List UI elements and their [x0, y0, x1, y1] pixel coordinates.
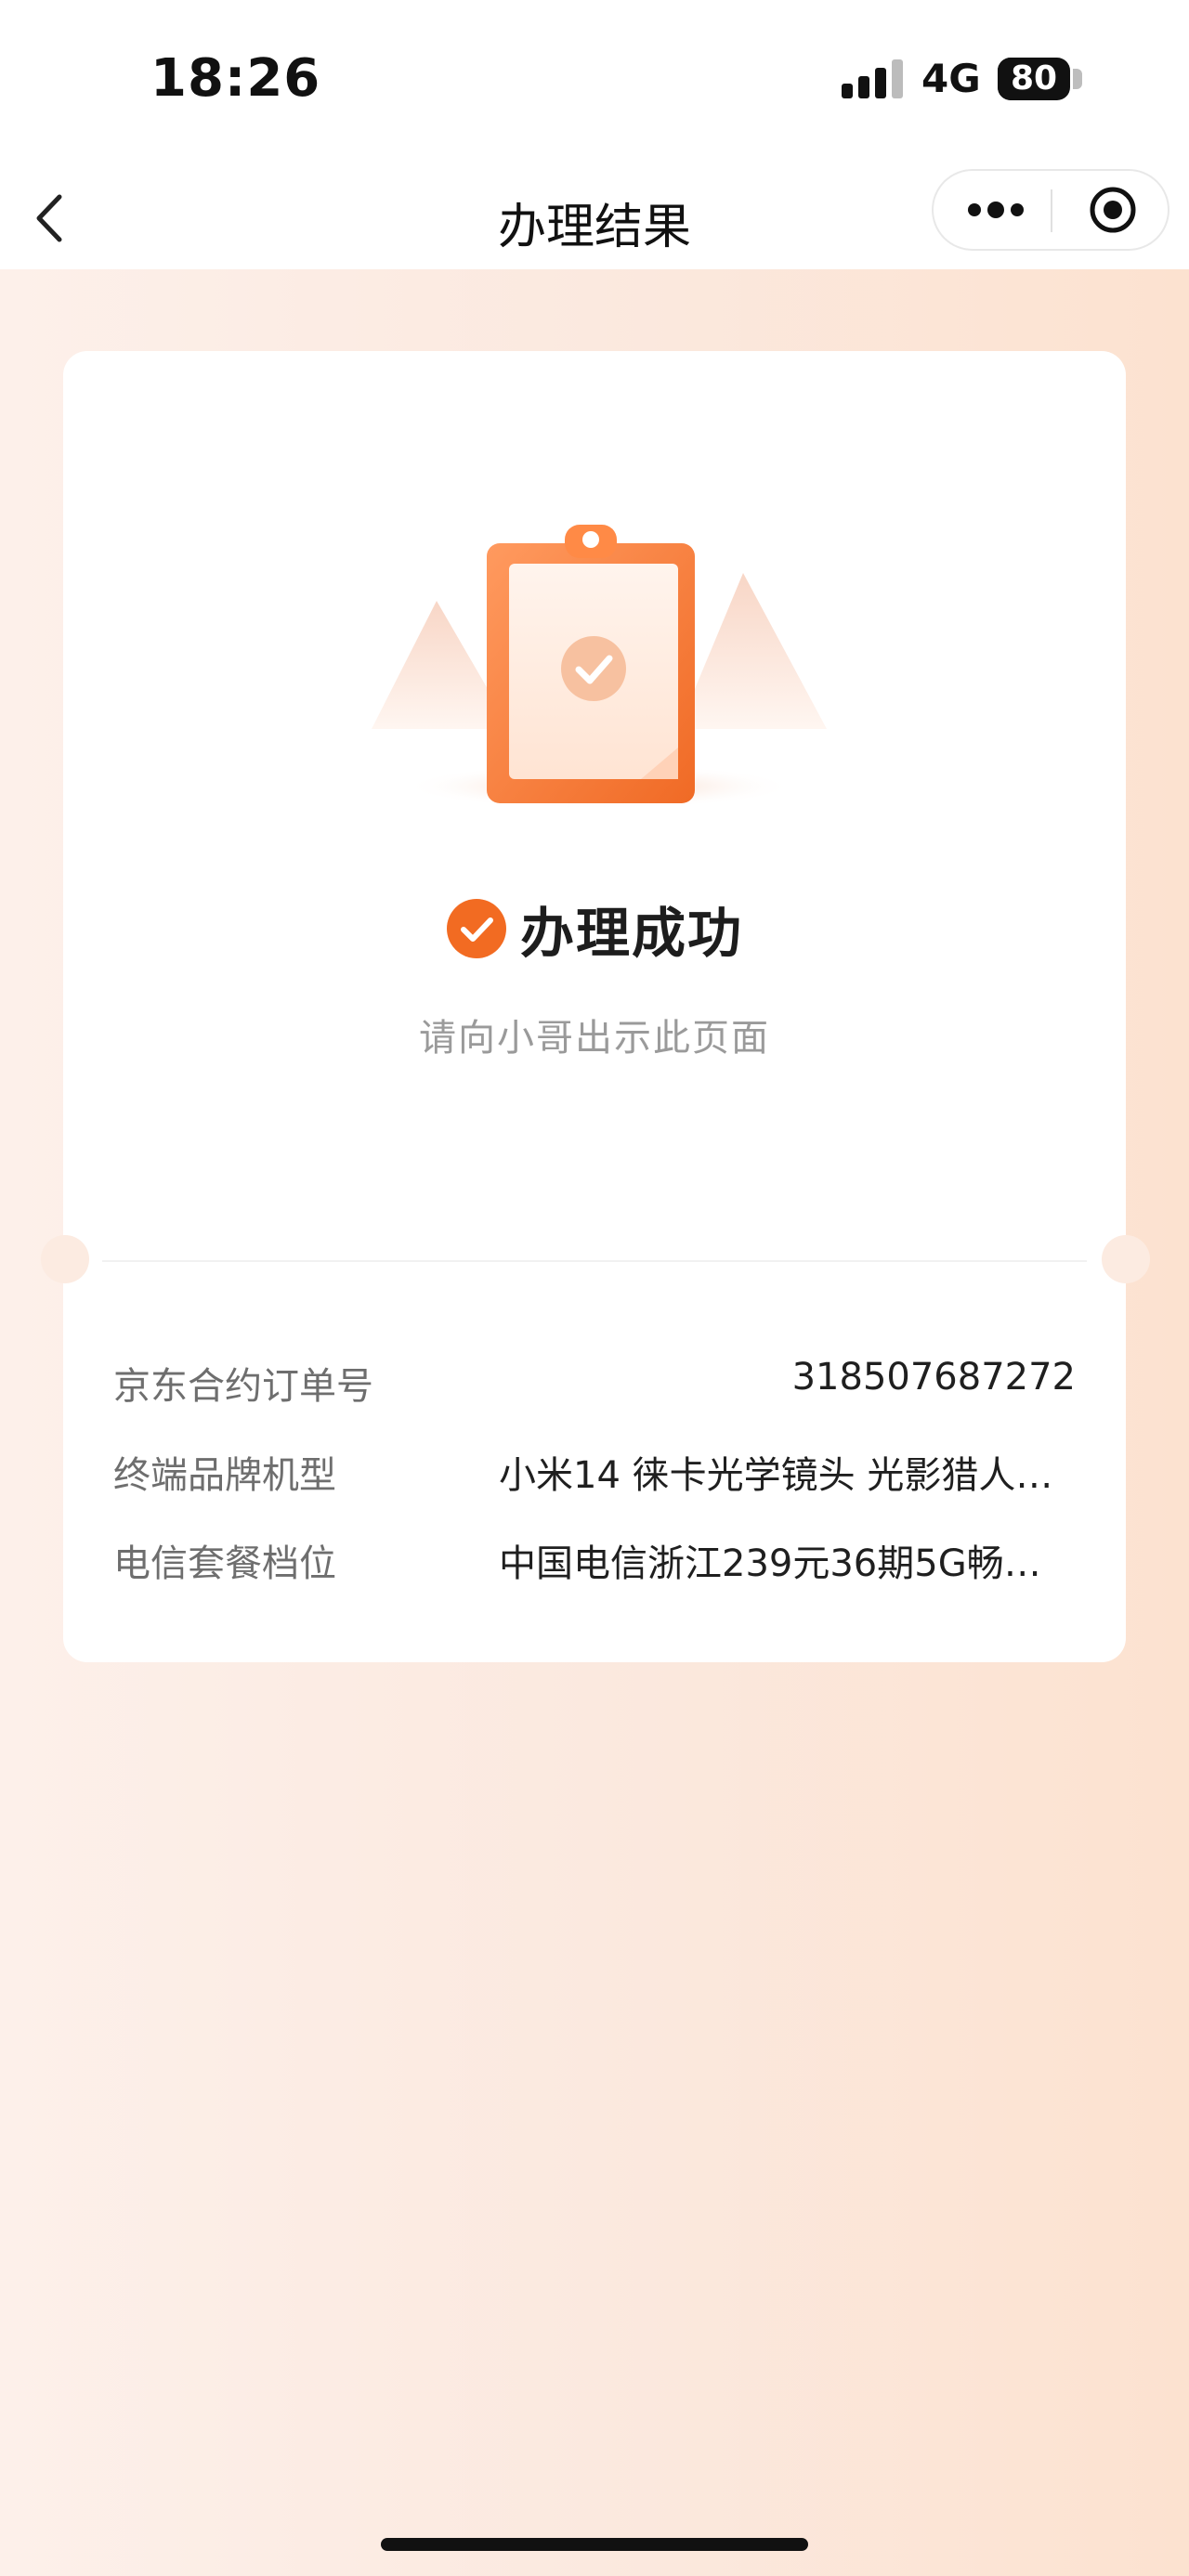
more-icon [968, 202, 1024, 218]
signal-icon [842, 58, 905, 98]
battery-tail [1073, 69, 1082, 89]
card-notch-right [1102, 1235, 1150, 1283]
card-notch-left [41, 1235, 89, 1283]
divider [102, 1260, 1087, 1262]
status-time: 18:26 [150, 48, 321, 109]
detail-row-device-model: 终端品牌机型 小米14 徕卡光学镜头 光影猎人… [113, 1445, 1076, 1501]
card-notch-strip [63, 1235, 1126, 1263]
battery-percent: 80 [1010, 59, 1058, 98]
clipboard-illustration [362, 515, 836, 813]
mini-program-capsule [932, 169, 1169, 251]
hint-text: 请向小哥出示此页面 [419, 1017, 770, 1060]
success-text: 办理成功 [519, 902, 743, 965]
clipboard-check-icon [372, 525, 827, 809]
success-status: 办理成功 [0, 891, 1189, 966]
top-bar: 18:26 4G 80 办理结果 [0, 0, 1189, 269]
network-type: 4G [921, 56, 981, 101]
battery-icon: 80 [998, 58, 1070, 100]
detail-label: 终端品牌机型 [113, 1454, 336, 1497]
close-target-icon [1090, 187, 1136, 233]
detail-label: 电信套餐档位 [113, 1542, 336, 1585]
page: 18:26 4G 80 办理结果 办理成功 请向小哥出示此页面 京东合约订单号 … [0, 0, 1189, 2576]
close-button[interactable] [1071, 184, 1155, 236]
capsule-divider [1051, 189, 1052, 232]
detail-label: 京东合约订单号 [113, 1365, 373, 1408]
home-indicator[interactable] [381, 2538, 808, 2551]
detail-row-order-number: 京东合约订单号 318507687272 [113, 1356, 1076, 1412]
success-check-icon [446, 899, 506, 958]
more-button[interactable] [954, 184, 1038, 236]
detail-value[interactable]: 318507687272 [792, 1356, 1076, 1399]
detail-value: 小米14 徕卡光学镜头 光影猎人… [499, 1454, 1053, 1497]
detail-row-plan-tier: 电信套餐档位 中国电信浙江239元36期5G畅… [113, 1533, 1076, 1589]
detail-value: 中国电信浙江239元36期5G畅… [499, 1542, 1041, 1585]
